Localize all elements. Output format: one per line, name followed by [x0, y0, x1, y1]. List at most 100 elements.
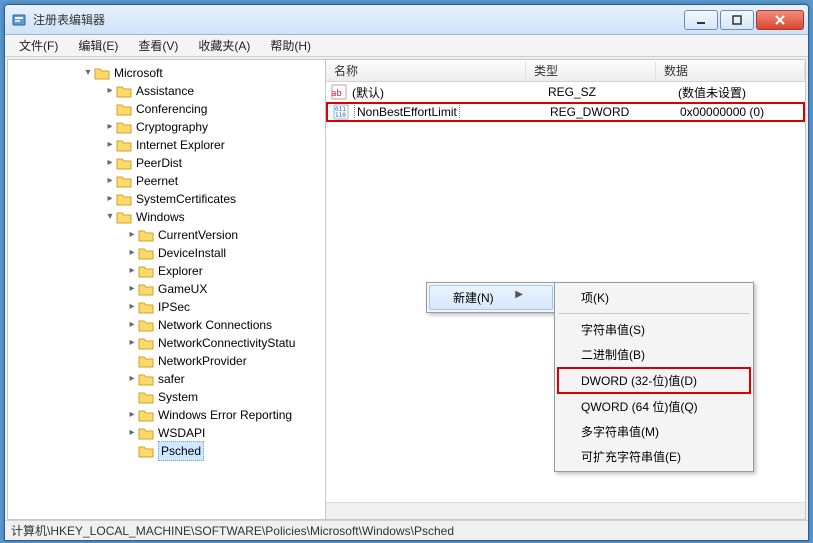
tree-node-safer[interactable]: safer	[158, 370, 185, 388]
expander-icon[interactable]: ▸	[104, 154, 116, 172]
expander-icon[interactable]: ▸	[126, 298, 138, 316]
expander-icon[interactable]: ▸	[126, 244, 138, 262]
minimize-button[interactable]	[684, 10, 718, 30]
folder-icon	[138, 354, 154, 368]
tree-node-gameux[interactable]: GameUX	[158, 280, 207, 298]
expander-icon[interactable]: ▾	[104, 208, 116, 226]
folder-icon	[138, 426, 154, 440]
window-title: 注册表编辑器	[33, 11, 684, 28]
titlebar[interactable]: 注册表编辑器	[5, 5, 808, 35]
folder-icon	[138, 336, 154, 350]
svg-text:ab: ab	[331, 89, 342, 99]
folder-icon	[116, 174, 132, 188]
folder-icon	[138, 390, 154, 404]
value-data: 0x00000000 (0)	[680, 105, 799, 119]
tree-node-conferencing[interactable]: Conferencing	[136, 100, 207, 118]
string-value-icon: ab	[330, 84, 348, 100]
menu-view[interactable]: 查看(V)	[128, 35, 188, 56]
menu-item-multistring[interactable]: 多字符串值(M)	[557, 419, 751, 444]
folder-icon	[138, 282, 154, 296]
tree-node-system-certificates[interactable]: SystemCertificates	[136, 190, 236, 208]
tree-node-network-connectivity[interactable]: NetworkConnectivityStatu	[158, 334, 295, 352]
menu-item-key[interactable]: 项(K)	[557, 285, 751, 310]
value-name: NonBestEffortLimit	[354, 105, 550, 119]
menu-item-string[interactable]: 字符串值(S)	[557, 317, 751, 342]
menubar: 文件(F) 编辑(E) 查看(V) 收藏夹(A) 帮助(H)	[5, 35, 808, 57]
tree-panel[interactable]: ▾ Microsoft ▸ Assistance Conferencing ▸ Cr…	[8, 60, 326, 519]
folder-icon	[138, 300, 154, 314]
expander-icon[interactable]: ▸	[126, 280, 138, 298]
menu-item-expandstring[interactable]: 可扩充字符串值(E)	[557, 444, 751, 469]
dword-value-icon: 011110	[332, 104, 350, 120]
tree-node-peernet[interactable]: Peernet	[136, 172, 178, 190]
tree-node-windows[interactable]: Windows	[136, 208, 185, 226]
tree-node-microsoft[interactable]: Microsoft	[114, 64, 163, 82]
list-panel: 名称 类型 数据 ab (默认) REG_SZ (数值未设置) 011110	[326, 60, 805, 519]
expander-icon[interactable]: ▸	[104, 136, 116, 154]
folder-icon	[116, 138, 132, 152]
column-data[interactable]: 数据	[656, 62, 805, 79]
tree-node-assistance[interactable]: Assistance	[136, 82, 194, 100]
menu-item-binary[interactable]: 二进制值(B)	[557, 342, 751, 367]
svg-text:110: 110	[335, 112, 346, 119]
value-row-nonbesteffortlimit[interactable]: 011110 NonBestEffortLimit REG_DWORD 0x00…	[326, 102, 805, 122]
folder-icon	[116, 192, 132, 206]
menu-item-dword32[interactable]: DWORD (32-位)值(D)	[557, 367, 751, 394]
folder-icon	[138, 408, 154, 422]
expander-icon[interactable]: ▸	[126, 316, 138, 334]
close-button[interactable]	[756, 10, 804, 30]
expander-icon[interactable]: ▸	[126, 226, 138, 244]
tree-node-peerdist[interactable]: PeerDist	[136, 154, 182, 172]
tree-node-psched[interactable]: Psched	[158, 441, 204, 461]
folder-icon	[116, 156, 132, 170]
expander-icon[interactable]: ▸	[126, 370, 138, 388]
tree-node-network-provider[interactable]: NetworkProvider	[158, 352, 247, 370]
value-data: (数值未设置)	[678, 84, 801, 101]
column-name[interactable]: 名称	[326, 62, 526, 79]
tree-node-cryptography[interactable]: Cryptography	[136, 118, 208, 136]
tree-node-wer[interactable]: Windows Error Reporting	[158, 406, 292, 424]
app-icon	[11, 12, 27, 28]
expander-icon[interactable]: ▸	[104, 82, 116, 100]
maximize-button[interactable]	[720, 10, 754, 30]
menu-item-label: 新建(N)	[453, 291, 494, 305]
tree-node-wsdapi[interactable]: WSDAPI	[158, 424, 205, 442]
context-submenu-new: 项(K) 字符串值(S) 二进制值(B) DWORD (32-位)值(D) QW…	[554, 282, 754, 472]
expander-icon[interactable]: ▸	[126, 406, 138, 424]
expander-icon[interactable]: ▸	[104, 190, 116, 208]
tree-node-system[interactable]: System	[158, 388, 198, 406]
tree-node-internet-explorer[interactable]: Internet Explorer	[136, 136, 225, 154]
tree-node-deviceinstall[interactable]: DeviceInstall	[158, 244, 226, 262]
tree-node-ipsec[interactable]: IPSec	[158, 298, 190, 316]
menu-item-new[interactable]: 新建(N) ▶	[429, 285, 553, 310]
context-menu-new: 新建(N) ▶	[426, 282, 556, 313]
expander-icon[interactable]: ▾	[82, 64, 94, 82]
list-body[interactable]: ab (默认) REG_SZ (数值未设置) 011110 NonBestEff…	[326, 82, 805, 502]
window-buttons	[684, 10, 808, 30]
expander-icon[interactable]: ▸	[126, 262, 138, 280]
folder-icon	[138, 264, 154, 278]
folder-icon	[138, 444, 154, 458]
menu-item-qword64[interactable]: QWORD (64 位)值(Q)	[557, 394, 751, 419]
expander-icon[interactable]: ▸	[104, 172, 116, 190]
horizontal-scrollbar[interactable]	[326, 502, 805, 519]
tree-node-explorer[interactable]: Explorer	[158, 262, 203, 280]
folder-icon	[138, 372, 154, 386]
folder-icon	[138, 228, 154, 242]
menu-help[interactable]: 帮助(H)	[260, 35, 321, 56]
menu-file[interactable]: 文件(F)	[9, 35, 68, 56]
expander-icon[interactable]: ▸	[104, 118, 116, 136]
value-row-default[interactable]: ab (默认) REG_SZ (数值未设置)	[326, 82, 805, 102]
folder-icon	[94, 66, 110, 80]
menu-edit[interactable]: 编辑(E)	[68, 35, 128, 56]
tree-node-network-connections[interactable]: Network Connections	[158, 316, 272, 334]
expander-icon[interactable]: ▸	[126, 424, 138, 442]
expander-icon[interactable]: ▸	[126, 334, 138, 352]
tree-node-currentversion[interactable]: CurrentVersion	[158, 226, 238, 244]
registry-editor-window: 注册表编辑器 文件(F) 编辑(E) 查看(V) 收藏夹(A) 帮助(H)	[4, 4, 809, 541]
folder-icon	[116, 102, 132, 116]
statusbar: 计算机\HKEY_LOCAL_MACHINE\SOFTWARE\Policies…	[5, 520, 808, 540]
menu-favorites[interactable]: 收藏夹(A)	[188, 35, 260, 56]
column-type[interactable]: 类型	[526, 62, 656, 79]
folder-icon	[138, 318, 154, 332]
